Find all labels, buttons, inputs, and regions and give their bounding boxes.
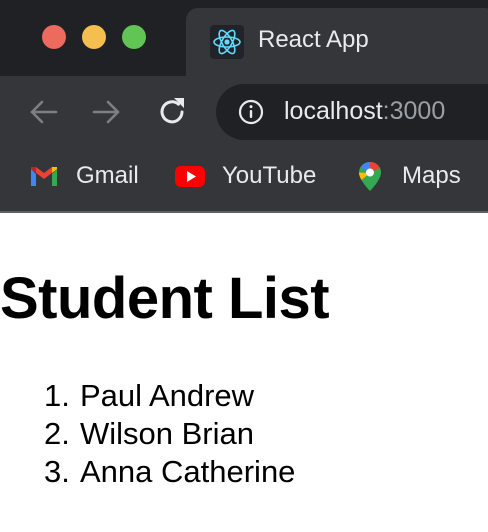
student-name: Wilson Brian	[80, 416, 254, 451]
url-host: localhost	[284, 97, 383, 125]
bookmark-gmail[interactable]: Gmail	[28, 156, 139, 196]
browser-chrome: React App localhost:3000 Gmail YouTube M…	[0, 0, 488, 213]
tab-strip: React App	[0, 0, 488, 76]
arrow-left-icon	[30, 100, 58, 124]
info-icon[interactable]	[238, 99, 264, 125]
window-close-button[interactable]	[42, 25, 66, 49]
bookmark-label: Gmail	[76, 162, 139, 189]
url-text[interactable]: localhost:3000	[284, 97, 445, 126]
address-bar[interactable]: localhost:3000	[216, 84, 488, 140]
list-item-number: 3.	[44, 454, 70, 489]
reload-button[interactable]	[152, 92, 192, 132]
youtube-icon	[175, 166, 205, 187]
gmail-icon	[31, 167, 57, 186]
chrome-divider	[0, 211, 488, 213]
page-title: Student List	[0, 266, 330, 331]
react-logo-icon	[210, 25, 244, 59]
student-name: Paul Andrew	[80, 378, 255, 413]
forward-button[interactable]	[86, 92, 126, 132]
tab-react-app[interactable]: React App	[186, 8, 488, 76]
list-item: 2. Wilson Brian	[44, 415, 295, 453]
window-maximize-button[interactable]	[122, 25, 146, 49]
tab-title: React App	[258, 26, 369, 53]
student-list: 1. Paul Andrew 2. Wilson Brian 3. Anna Cath…	[44, 377, 295, 491]
list-item-number: 2.	[44, 416, 70, 451]
reload-icon	[160, 98, 184, 124]
list-item-number: 1.	[44, 378, 70, 413]
url-port: :3000	[382, 97, 446, 125]
bookmark-label: YouTube	[222, 162, 317, 189]
list-item: 3. Anna Catherine	[44, 453, 295, 491]
window-minimize-button[interactable]	[82, 25, 106, 49]
bookmark-maps[interactable]: Maps	[354, 156, 461, 196]
bookmark-label: Maps	[402, 162, 461, 189]
back-button[interactable]	[24, 92, 64, 132]
bookmark-youtube[interactable]: YouTube	[174, 156, 316, 196]
list-item: 1. Paul Andrew	[44, 377, 295, 415]
maps-icon	[359, 162, 381, 191]
arrow-right-icon	[92, 100, 120, 124]
student-name: Anna Catherine	[80, 454, 296, 489]
